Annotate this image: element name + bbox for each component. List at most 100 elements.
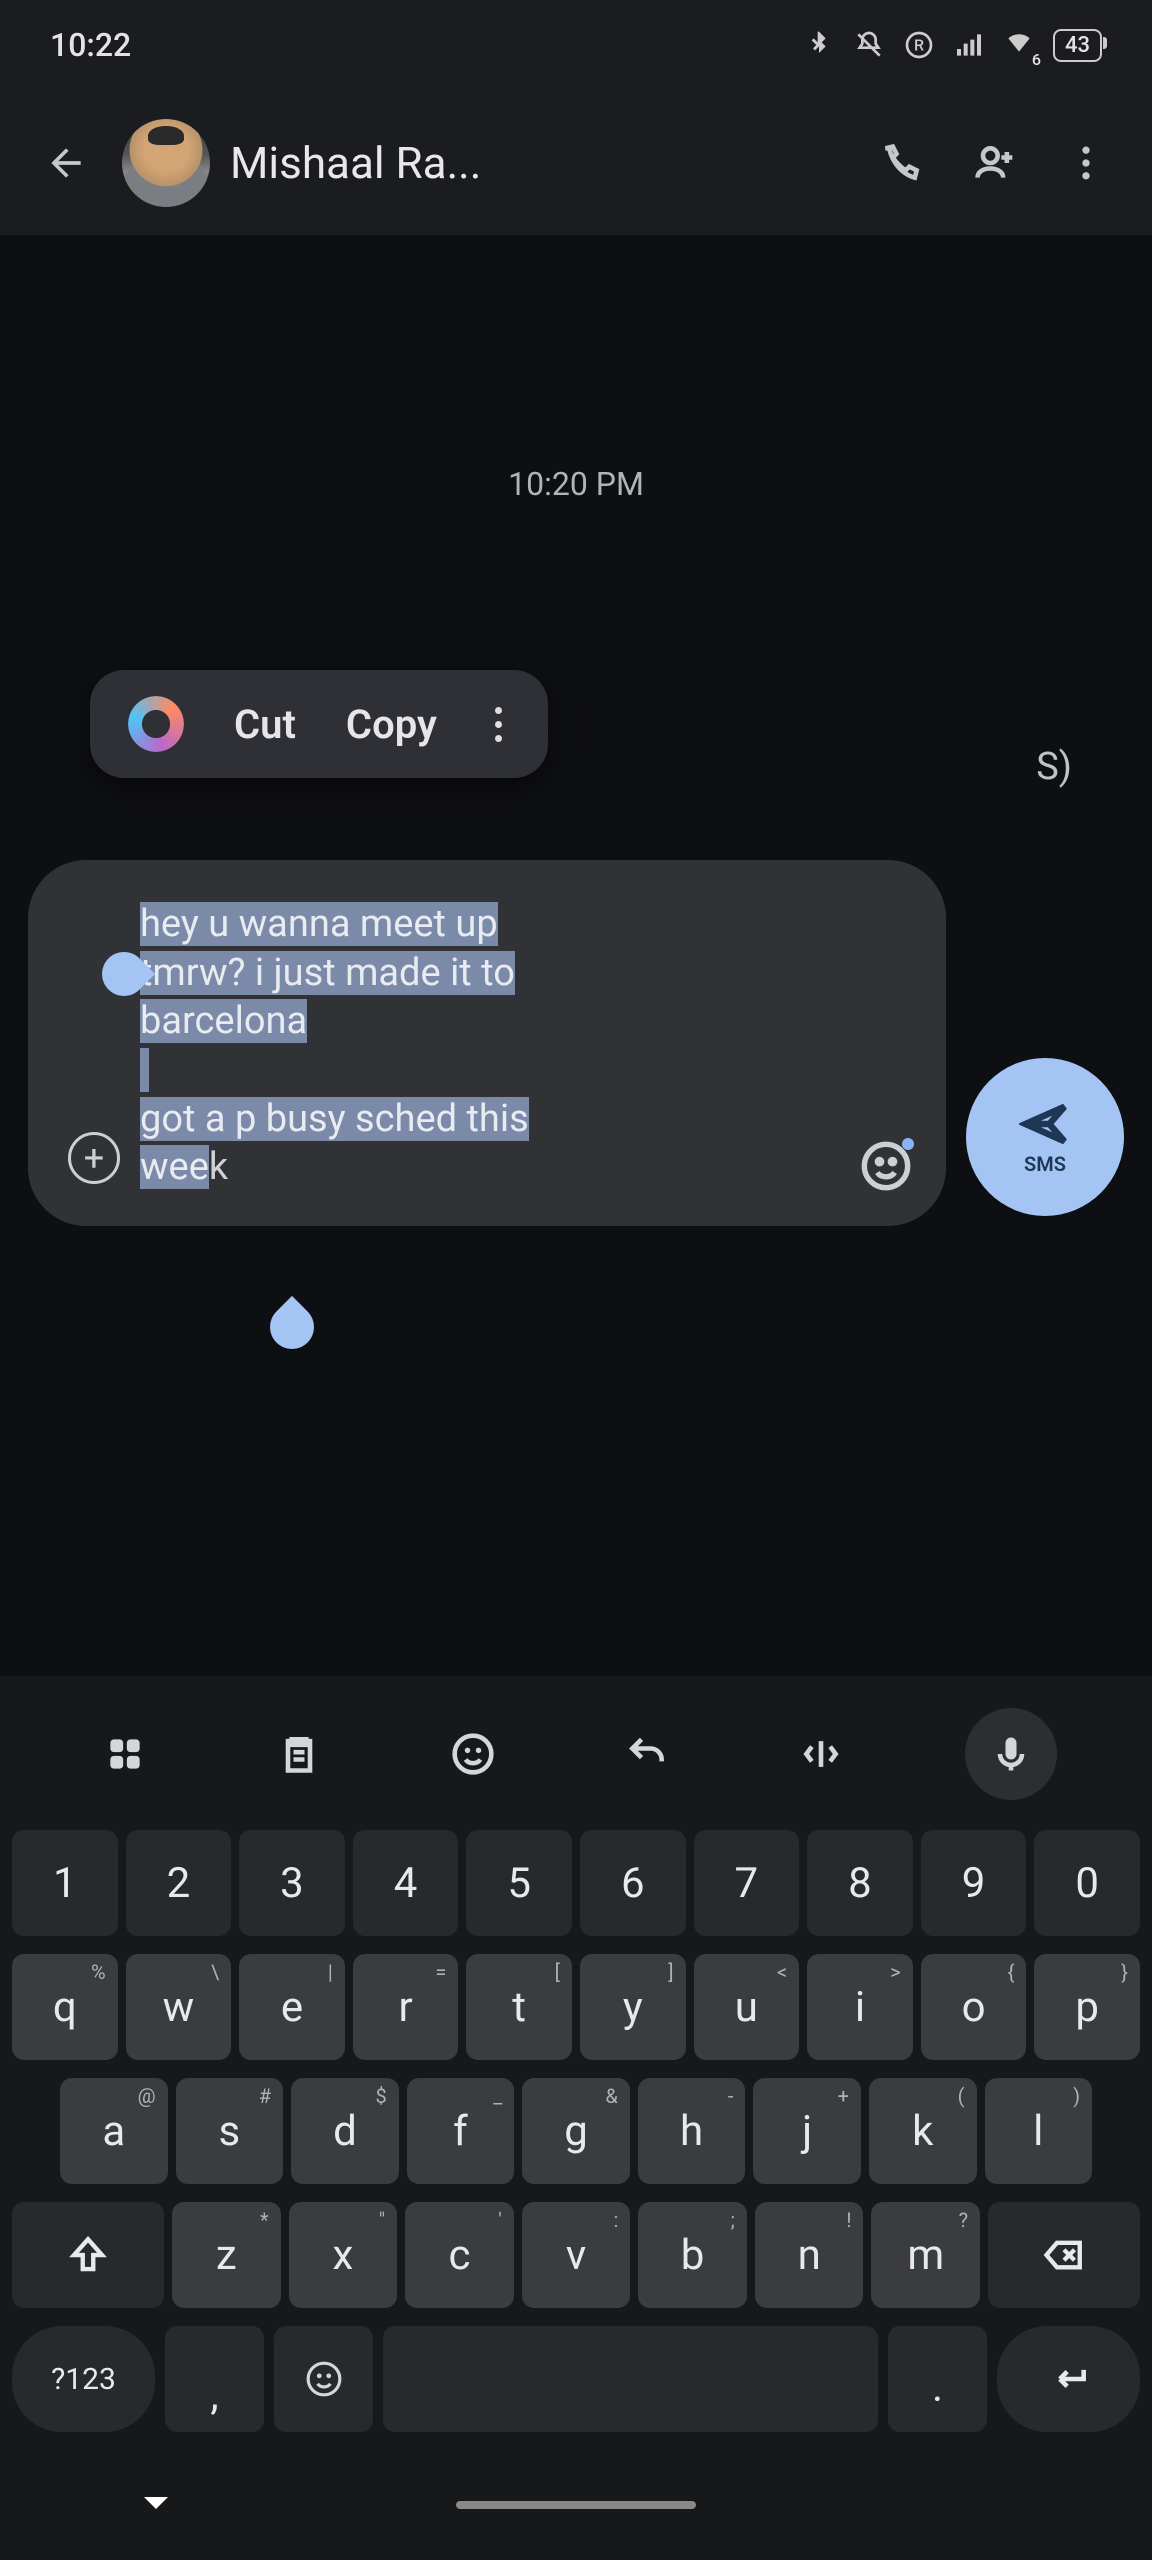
clipboard-icon (277, 1732, 321, 1776)
key-a[interactable]: a@ (60, 2078, 168, 2184)
key-d[interactable]: d$ (291, 2078, 399, 2184)
key-f[interactable]: f_ (407, 2078, 515, 2184)
key-b[interactable]: b; (638, 2202, 747, 2308)
kbd-cursor-button[interactable] (791, 1724, 851, 1784)
enter-icon (1047, 2357, 1091, 2401)
status-clock: 10:22 (50, 26, 131, 64)
key-1[interactable]: 1 (12, 1830, 118, 1936)
contact-avatar[interactable] (122, 119, 210, 207)
conversation-area: 10:20 PM (0, 235, 1152, 533)
key-0[interactable]: 0 (1034, 1830, 1140, 1936)
kbd-undo-button[interactable] (617, 1724, 677, 1784)
key-y[interactable]: y] (580, 1954, 686, 2060)
compose-box: + hey u wanna meet up tmrw? i just made … (28, 860, 946, 1226)
more-options-button[interactable] (1050, 127, 1122, 199)
more-vert-icon (1064, 141, 1108, 185)
emoji-new-dot (902, 1138, 914, 1150)
key-8[interactable]: 8 (807, 1830, 913, 1936)
person-add-icon (972, 141, 1016, 185)
status-icons: R 6 43 (803, 25, 1102, 65)
key-t[interactable]: t[ (466, 1954, 572, 2060)
kbd-row-qwerty: q%w\e|r=t[y]u<i>o{p} (8, 1954, 1144, 2078)
kbd-mic-button[interactable] (965, 1708, 1057, 1800)
key-e[interactable]: e| (239, 1954, 345, 2060)
key-s[interactable]: s# (176, 2078, 284, 2184)
key-x[interactable]: x" (289, 2202, 398, 2308)
key-r[interactable]: r= (353, 1954, 459, 2060)
kbd-emoji-button[interactable] (443, 1724, 503, 1784)
key-9[interactable]: 9 (921, 1830, 1027, 1936)
grid-icon (103, 1732, 147, 1776)
kbd-number-row: 1234567890 (8, 1830, 1144, 1954)
shift-key[interactable] (12, 2202, 164, 2308)
wifi-icon (1003, 25, 1035, 57)
key-4[interactable]: 4 (353, 1830, 459, 1936)
call-button[interactable] (866, 127, 938, 199)
keyboard-toolbar (8, 1690, 1144, 1830)
key-i[interactable]: i> (807, 1954, 913, 2060)
key-w[interactable]: w\ (126, 1954, 232, 2060)
context-more-button[interactable] (487, 707, 510, 742)
key-3[interactable]: 3 (239, 1830, 345, 1936)
status-bar: 10:22 R 6 43 (0, 0, 1152, 90)
message-input[interactable]: hey u wanna meet up tmrw? i just made it… (140, 900, 916, 1192)
key-u[interactable]: u< (694, 1954, 800, 2060)
comma-key[interactable]: , (165, 2326, 264, 2432)
send-icon (1019, 1098, 1071, 1150)
shift-icon (67, 2234, 109, 2276)
phone-icon (880, 141, 924, 185)
emoji-picker-button[interactable] (860, 1140, 912, 1192)
contact-name[interactable]: Mishaal Ra... (230, 137, 846, 189)
key-h[interactable]: h- (638, 2078, 746, 2184)
key-l[interactable]: l) (985, 2078, 1093, 2184)
key-z[interactable]: z* (172, 2202, 281, 2308)
nav-handle[interactable] (456, 2501, 696, 2509)
key-n[interactable]: n! (755, 2202, 864, 2308)
backspace-icon (1043, 2234, 1085, 2276)
keyboard-collapse-button[interactable] (138, 2485, 174, 2525)
mute-icon (853, 29, 885, 61)
cut-action[interactable]: Cut (234, 701, 296, 748)
enter-key[interactable] (997, 2326, 1140, 2432)
space-key[interactable] (383, 2326, 878, 2432)
key-c[interactable]: c' (405, 2202, 514, 2308)
back-button[interactable] (30, 127, 102, 199)
chevron-down-icon (138, 2485, 174, 2521)
galaxy-ai-icon[interactable] (128, 696, 184, 752)
attach-button[interactable]: + (68, 1132, 120, 1184)
kbd-apps-button[interactable] (95, 1724, 155, 1784)
key-m[interactable]: m? (871, 2202, 980, 2308)
selection-handle-end[interactable] (261, 1296, 323, 1358)
key-j[interactable]: j+ (753, 2078, 861, 2184)
message-timestamp: 10:20 PM (0, 235, 1152, 533)
emoji-icon (451, 1732, 495, 1776)
kbd-emoji-icon (305, 2360, 343, 2398)
battery-indicator: 43 (1053, 29, 1102, 62)
key-5[interactable]: 5 (466, 1830, 572, 1936)
key-o[interactable]: o{ (921, 1954, 1027, 2060)
copy-action[interactable]: Copy (346, 701, 437, 748)
backspace-key[interactable] (988, 2202, 1140, 2308)
key-v[interactable]: v: (522, 2202, 631, 2308)
send-button[interactable]: SMS (966, 1058, 1124, 1216)
period-key[interactable]: . (888, 2326, 987, 2432)
key-p[interactable]: p} (1034, 1954, 1140, 2060)
key-2[interactable]: 2 (126, 1830, 232, 1936)
key-g[interactable]: g& (522, 2078, 630, 2184)
key-6[interactable]: 6 (580, 1830, 686, 1936)
clipped-text: S) (1036, 745, 1072, 789)
back-arrow-icon (44, 141, 88, 185)
conversation-header: Mishaal Ra... (0, 90, 1152, 235)
kbd-bottom-row: ?123 , . (8, 2326, 1144, 2450)
bluetooth-icon (803, 29, 835, 61)
add-person-button[interactable] (958, 127, 1030, 199)
kbd-clipboard-button[interactable] (269, 1724, 329, 1784)
emoji-key[interactable] (274, 2326, 373, 2432)
kbd-row-asdf: a@s#d$f_g&h-j+k(l) (8, 2078, 1144, 2202)
key-q[interactable]: q% (12, 1954, 118, 2060)
key-7[interactable]: 7 (694, 1830, 800, 1936)
nav-bar (8, 2450, 1144, 2560)
text-context-menu: Cut Copy (90, 670, 548, 778)
key-k[interactable]: k( (869, 2078, 977, 2184)
symbols-key[interactable]: ?123 (12, 2326, 155, 2432)
